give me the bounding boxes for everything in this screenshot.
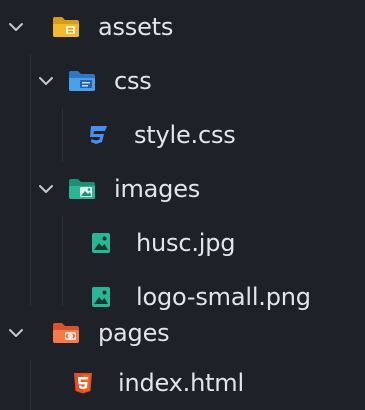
image-file-icon	[92, 233, 110, 253]
tree-item-images[interactable]: images	[0, 162, 365, 216]
chevron-down-icon[interactable]	[6, 323, 26, 343]
file-explorer-tree: assets css style.css images husc.jpg log…	[0, 0, 365, 410]
tree-item-label: css	[114, 67, 152, 95]
folder-assets-icon	[53, 17, 79, 37]
tree-item-index-html[interactable]: index.html	[0, 356, 365, 410]
tree-item-pages[interactable]: pages	[0, 306, 365, 360]
chevron-down-icon[interactable]	[36, 179, 56, 199]
tree-item-label: index.html	[118, 369, 244, 397]
tree-item-style-css[interactable]: style.css	[0, 108, 365, 162]
folder-pages-icon	[53, 323, 79, 343]
css-file-icon	[90, 126, 107, 144]
tree-item-label: husc.jpg	[136, 229, 236, 257]
chevron-down-icon[interactable]	[36, 71, 56, 91]
tree-item-css[interactable]: css	[0, 54, 365, 108]
tree-item-label: assets	[98, 13, 174, 41]
chevron-down-icon[interactable]	[6, 17, 26, 37]
tree-item-husc-jpg[interactable]: husc.jpg	[0, 216, 365, 270]
tree-item-assets[interactable]: assets	[0, 0, 365, 54]
tree-item-label: style.css	[134, 121, 236, 149]
tree-item-label: images	[114, 175, 201, 203]
html-file-icon	[74, 373, 92, 394]
folder-css-icon	[69, 71, 95, 91]
tree-item-label: pages	[98, 319, 170, 347]
folder-images-icon	[69, 179, 95, 199]
